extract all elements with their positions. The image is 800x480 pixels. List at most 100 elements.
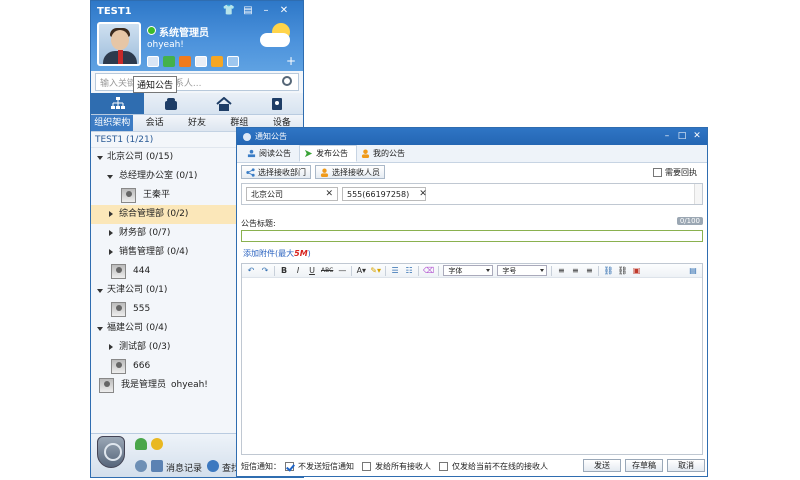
redo-icon[interactable]: ↷ — [260, 266, 270, 276]
dialog-tabs: 阅读公告 发布公告 我的公告 — [237, 145, 707, 163]
align-right-icon[interactable]: ≡ — [584, 266, 594, 276]
recipient-select-row: 选择接收部门 选择接收人员 需要回执 — [237, 163, 707, 181]
profile-header: TEST1 👕 ▤ – ✕ 系统管理员 ohyeah! + — [91, 1, 303, 71]
search-icon[interactable] — [282, 76, 292, 86]
phone-tab-icon — [164, 97, 177, 110]
smiley-icon[interactable] — [151, 438, 163, 450]
settings-icon[interactable] — [135, 460, 147, 472]
font-family-select[interactable]: 字体 — [443, 265, 494, 276]
tab-phone[interactable] — [144, 93, 197, 114]
close-button[interactable]: ✕ — [277, 4, 291, 17]
editor-toolbar: ↶ ↷ B I U ABC — A▾ ✎▾ ☰ ☷ ⌫ 字体 字号 ≡ ≡ ≡ … — [242, 264, 702, 278]
weather-icon[interactable] — [258, 23, 294, 53]
close-button[interactable]: ✕ — [691, 130, 703, 142]
message-record-link[interactable]: 消息记录 — [166, 461, 202, 474]
menu-icon[interactable]: ▤ — [241, 4, 255, 17]
send-arrow-icon — [304, 149, 313, 158]
minimize-button[interactable]: – — [259, 4, 273, 17]
clear-format-icon[interactable]: ⌫ — [423, 266, 434, 276]
app-icon — [243, 132, 251, 141]
tab-organization[interactable] — [91, 93, 144, 114]
tab-read-notice[interactable]: 阅读公告 — [243, 145, 299, 162]
italic-icon[interactable]: I — [293, 266, 303, 276]
no-sms-label[interactable]: 不发送短信通知 — [298, 461, 354, 472]
bold-icon[interactable]: B — [279, 266, 289, 276]
sms-icon[interactable] — [179, 56, 191, 67]
notice-title-input[interactable] — [241, 230, 703, 242]
recipient-tag: 北京公司 ✕ — [246, 187, 338, 201]
undo-icon[interactable]: ↶ — [246, 266, 256, 276]
user-signature[interactable]: ohyeah! — [147, 40, 184, 50]
recipient-tag: 555(66197258) ✕ — [342, 187, 427, 201]
horizontal-rule-icon[interactable]: — — [337, 266, 347, 276]
unordered-list-icon[interactable]: ☷ — [404, 266, 414, 276]
sms-offline-label[interactable]: 仅发给当前不在线的接收人 — [452, 461, 548, 472]
minimize-button[interactable]: – — [661, 130, 673, 142]
tab-home[interactable] — [197, 93, 250, 114]
apps-icon[interactable] — [227, 56, 239, 67]
share-icon — [246, 167, 255, 177]
no-sms-checkbox[interactable] — [285, 461, 294, 471]
need-receipt-checkbox[interactable] — [653, 167, 662, 177]
skin-icon[interactable]: 👕 — [222, 4, 236, 17]
maximize-button[interactable]: □ — [676, 130, 688, 142]
sms-all-checkbox[interactable] — [362, 461, 371, 471]
person-icon — [320, 168, 329, 177]
tooltip: 通知公告 — [133, 76, 178, 93]
home-icon — [215, 96, 232, 111]
phone-icon[interactable] — [163, 56, 175, 67]
cancel-button[interactable]: 取消 — [667, 459, 705, 472]
notice-icon[interactable] — [211, 56, 223, 67]
strikethrough-icon[interactable]: ABC — [321, 266, 333, 276]
mail-icon[interactable] — [147, 56, 159, 67]
org-chart-icon — [110, 96, 125, 109]
recipient-list[interactable]: 北京公司 ✕ 555(66197258) ✕ — [241, 183, 703, 205]
sms-offline-checkbox[interactable] — [439, 461, 448, 471]
notice-content-editor[interactable]: ↶ ↷ B I U ABC — A▾ ✎▾ ☰ ☷ ⌫ 字体 字号 ≡ ≡ ≡ … — [241, 263, 703, 455]
avatar[interactable] — [97, 22, 141, 66]
person-avatar-icon — [99, 378, 114, 393]
need-receipt-option[interactable]: 需要回执 — [653, 167, 697, 178]
align-center-icon[interactable]: ≡ — [570, 266, 580, 276]
contact-add-icon[interactable] — [135, 438, 147, 450]
recipient-scrollbar[interactable] — [694, 184, 702, 204]
read-notice-icon — [247, 149, 256, 158]
tab-sessions[interactable]: 会话 — [133, 115, 175, 131]
tab-publish-notice[interactable]: 发布公告 — [299, 145, 357, 162]
align-left-icon[interactable]: ≡ — [556, 266, 566, 276]
dialog-title: 通知公告 — [255, 132, 287, 141]
tab-contacts[interactable] — [250, 93, 303, 114]
font-size-select[interactable]: 字号 — [497, 265, 548, 276]
dialog-titlebar[interactable]: 通知公告 – □ ✕ — [237, 128, 707, 145]
send-button[interactable]: 发送 — [583, 459, 621, 472]
source-view-icon[interactable]: ▤ — [688, 266, 698, 276]
underline-icon[interactable]: U — [307, 266, 317, 276]
notice-dialog: 通知公告 – □ ✕ 阅读公告 发布公告 我的公告 选择接收部门 选择接收人员 … — [236, 127, 708, 477]
message-icon[interactable] — [195, 56, 207, 67]
remove-recipient-icon[interactable]: ✕ — [325, 189, 333, 199]
search-input[interactable]: 输入关键字,查找联系人... — [95, 73, 299, 91]
link-icon[interactable]: ⛓ — [603, 266, 613, 276]
save-draft-button[interactable]: 存草稿 — [625, 459, 663, 472]
tab-org-structure[interactable]: 组织架构 — [91, 115, 134, 131]
sms-all-label[interactable]: 发给所有接收人 — [375, 461, 431, 472]
tab-my-notice[interactable]: 我的公告 — [357, 145, 413, 162]
add-icon[interactable]: + — [285, 55, 297, 68]
ordered-list-icon[interactable]: ☰ — [390, 266, 400, 276]
font-color-icon[interactable]: A▾ — [356, 266, 367, 276]
select-person-button[interactable]: 选择接收人员 — [315, 165, 385, 179]
title-char-counter: 0/100 — [676, 217, 703, 225]
highlight-icon[interactable]: ✎▾ — [370, 266, 381, 276]
user-icon — [361, 149, 370, 158]
unlink-icon[interactable]: ⛓ — [618, 266, 628, 276]
message-record-icon[interactable] — [151, 460, 163, 472]
person-avatar-icon — [111, 302, 126, 317]
remove-recipient-icon[interactable]: ✕ — [419, 189, 427, 199]
image-icon[interactable]: ▣ — [632, 266, 642, 276]
security-shield-icon[interactable] — [97, 436, 125, 468]
add-attachment-link[interactable]: 添加附件(最大5M) — [243, 248, 311, 259]
find-icon[interactable] — [207, 460, 219, 472]
online-status-icon[interactable] — [147, 26, 156, 35]
tab-friends[interactable]: 好友 — [176, 115, 218, 131]
select-department-button[interactable]: 选择接收部门 — [241, 165, 311, 179]
